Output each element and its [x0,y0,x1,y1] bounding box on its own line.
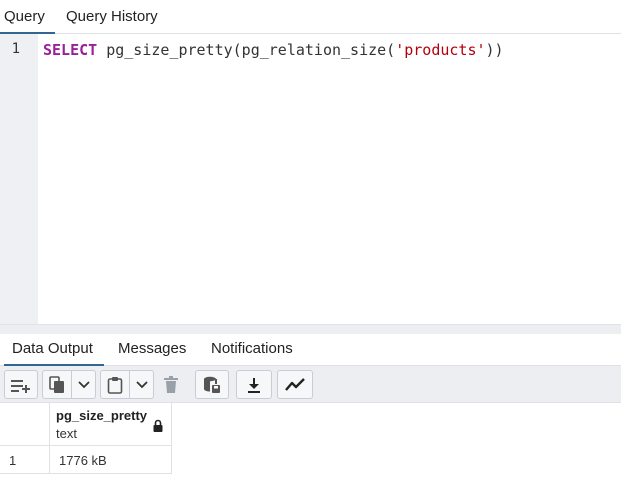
add-row-icon [11,379,30,393]
sql-closing-parens: )) [485,41,504,59]
result-grid: pg_size_pretty text 1 1776 kB [0,403,621,484]
tab-messages[interactable]: Messages [108,334,198,366]
paste-icon [107,376,123,394]
column-name: pg_size_pretty [56,408,148,423]
graph-icon [285,377,305,391]
tab-query-history[interactable]: Query History [56,0,171,34]
tab-notifications[interactable]: Notifications [202,334,312,366]
sql-keyword: SELECT [43,41,98,59]
save-data-icon [204,376,220,393]
delete-row-button[interactable] [154,370,188,399]
query-tabs-bar: Query Query History [0,0,621,34]
column-type: text [56,426,77,441]
row-number: 1 [9,453,17,468]
paste-button[interactable] [100,370,130,399]
save-data-changes-button[interactable] [195,370,229,399]
results-tabs-bar: Data Output Messages Notifications [0,334,621,366]
graph-visualiser-button[interactable] [277,370,313,399]
line-number-gutter: 1 [0,34,38,324]
sql-string-literal: 'products' [395,41,486,59]
chevron-down-icon [77,380,90,388]
chevron-down-icon [135,380,148,388]
results-toolbar [0,366,621,403]
panel-splitter[interactable] [0,324,621,334]
download-icon [248,377,260,393]
paste-options-dropdown[interactable] [130,370,154,399]
cell-value: 1776 kB [59,453,107,468]
query-editor[interactable]: 1 SELECT pg_size_pretty(pg_relation_size… [0,34,621,324]
table-cell[interactable]: 1776 kB [50,446,172,474]
column-header[interactable]: pg_size_pretty text [50,403,172,446]
copy-button[interactable] [42,370,72,399]
copy-icon [49,375,64,393]
row-number-cell[interactable]: 1 [0,446,50,474]
grid-corner-cell[interactable] [0,403,50,446]
copy-options-dropdown[interactable] [72,370,96,399]
tab-data-output[interactable]: Data Output [4,334,104,366]
line-number: 1 [11,41,20,57]
sql-function-call: pg_size_pretty(pg_relation_size( [97,41,396,59]
lock-icon [153,419,163,432]
trash-icon [164,376,178,393]
download-button[interactable] [236,370,272,399]
code-line[interactable]: SELECT pg_size_pretty(pg_relation_size('… [43,41,504,59]
tab-query[interactable]: Query [0,0,55,34]
add-row-button[interactable] [4,370,38,399]
